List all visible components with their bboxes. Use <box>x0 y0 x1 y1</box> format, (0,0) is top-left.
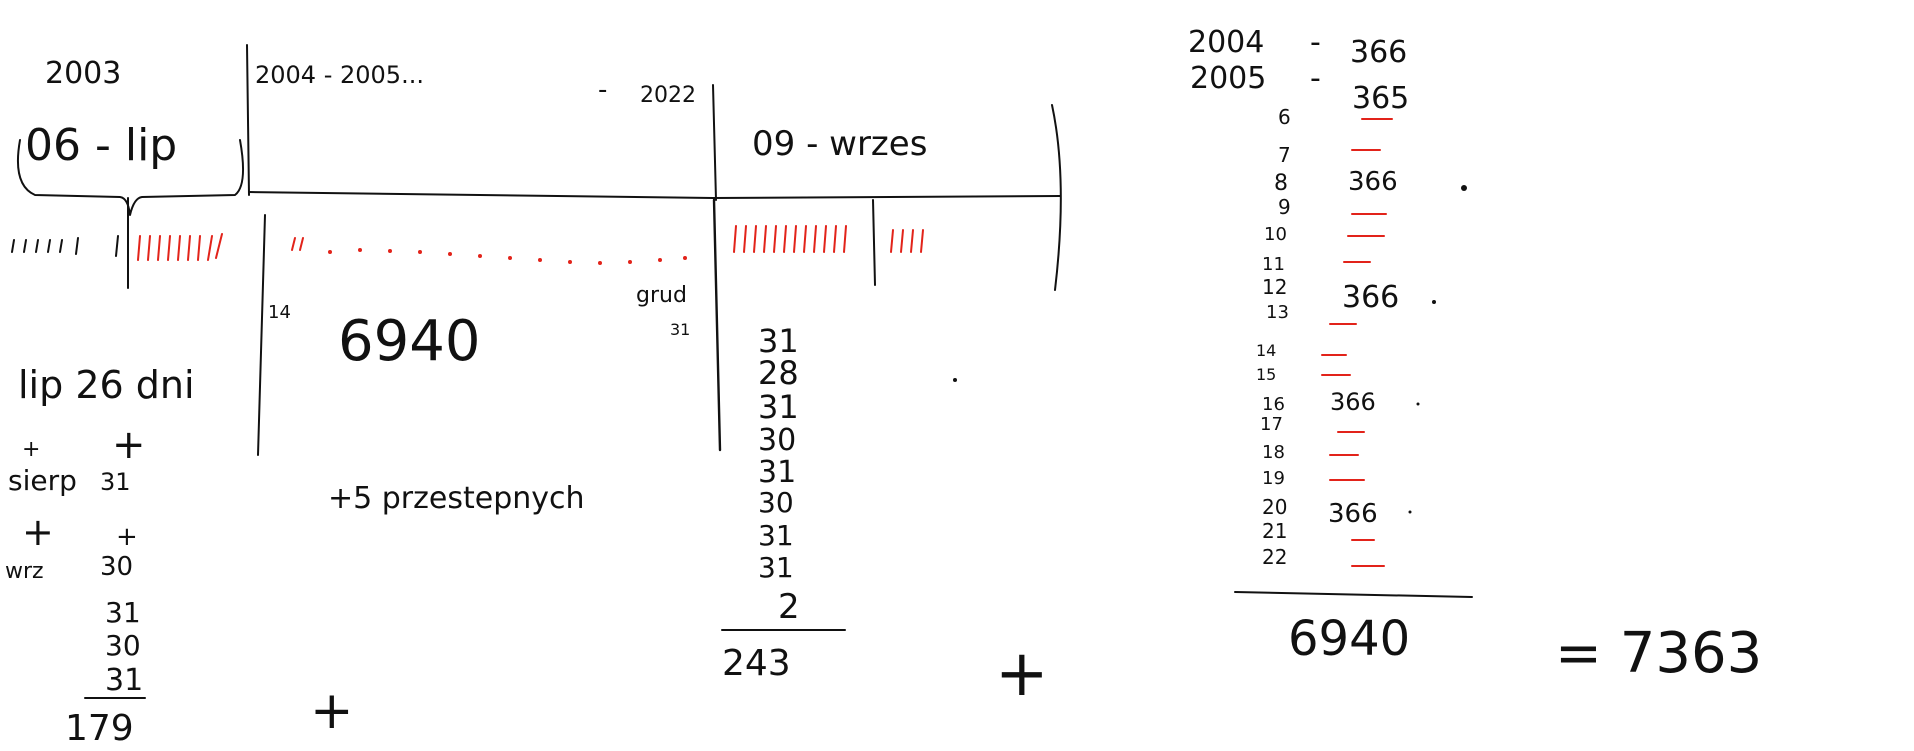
year-2003-label: 2003 <box>45 56 121 91</box>
years-row-20-year: 20 <box>1262 495 1287 519</box>
left-sum-plus-1: + <box>22 437 40 462</box>
last-segment-label: 09 - wrzes <box>752 124 927 164</box>
leap-years-note: +5 przestepnych <box>328 481 585 516</box>
middle-years-label: 2004 - 2005... <box>255 61 424 89</box>
years-row-10-year: 10 <box>1264 224 1287 245</box>
left-sum-plus-1b: + <box>112 422 146 468</box>
timeline-start-mark: 14 <box>268 302 291 323</box>
years-row-2004-dash: - <box>1310 25 1321 60</box>
years-row-16-days: 366 <box>1330 388 1376 416</box>
years-row-2004-days: 366 <box>1350 35 1407 70</box>
years-row-14-year: 14 <box>1256 341 1276 360</box>
years-row-2005-year: 2005 <box>1190 61 1266 96</box>
years-row-19-year: 19 <box>1262 468 1285 489</box>
right-sum-value-8: 31 <box>758 551 794 584</box>
middle-total-value: 6940 <box>338 309 481 374</box>
left-sum-plus-after: + <box>310 681 354 741</box>
years-row-9-year: 9 <box>1278 195 1291 219</box>
years-row-16-year: 16 <box>1262 394 1285 415</box>
right-sum-value-6: 30 <box>758 486 794 519</box>
left-sum-plus-2b: + <box>116 522 138 552</box>
right-sum-value-5: 31 <box>758 455 796 490</box>
years-list-total: 6940 <box>1288 611 1410 667</box>
year-2022-prefix: - <box>598 75 607 105</box>
first-segment-label: 06 - lip <box>25 120 177 171</box>
left-sum-value-3: 31 <box>105 663 143 698</box>
years-row-11-year: 11 <box>1262 254 1285 275</box>
years-row-8-days: 366 <box>1348 167 1398 197</box>
left-sum-first-line: lip 26 dni <box>18 363 195 407</box>
left-sum-plus-2: + <box>22 510 54 554</box>
years-list: 2004 - 366 2005 - 365 6 7 8 366 9 10 11 … <box>1188 25 1409 569</box>
timeline-end-day: 31 <box>670 320 690 339</box>
left-sum-total: 179 <box>65 708 134 749</box>
timeline-end-mark: grud <box>636 283 687 308</box>
right-sum-value-4: 30 <box>758 423 796 458</box>
years-list-rule <box>1234 591 1473 598</box>
stray-dot <box>953 378 957 382</box>
right-sum-value-3: 31 <box>758 388 799 426</box>
left-sum-value-1: 31 <box>105 596 141 629</box>
years-row-2005-dash: - <box>1310 61 1321 96</box>
left-sum-column: lip 26 dni + + sierp 31 + + wrz 30 31 30… <box>5 363 354 749</box>
left-sum-wrz-value: 30 <box>100 552 133 582</box>
left-sum-value-2: 30 <box>105 629 141 662</box>
right-sum-total: 243 <box>722 643 791 684</box>
years-row-2004-year: 2004 <box>1188 25 1264 60</box>
years-row-12-days: 366 <box>1342 280 1399 315</box>
years-row-8-year: 8 <box>1274 171 1288 196</box>
years-row-7-year: 7 <box>1278 143 1291 167</box>
years-row-15-year: 15 <box>1256 365 1276 384</box>
right-sum-value-2: 28 <box>758 354 799 392</box>
leap-year-dots <box>1408 185 1467 514</box>
right-sum-value-7: 31 <box>758 519 794 552</box>
years-row-22-year: 22 <box>1262 545 1287 569</box>
red-dot-sequence <box>328 248 687 265</box>
years-row-13-year: 13 <box>1266 302 1289 323</box>
sketch-canvas: 2003 06 - lip 2004 - 2005... - 2022 09 -… <box>5 25 1762 749</box>
left-sum-wrz-label: wrz <box>5 559 44 584</box>
final-result: = 7363 <box>1555 621 1762 686</box>
right-sum-plus-after: + <box>995 637 1049 711</box>
years-row-2005-days: 365 <box>1352 81 1409 116</box>
right-sum-value-9: 2 <box>778 587 800 627</box>
year-2022-label: 2022 <box>640 83 696 108</box>
right-sum-column: 31 28 31 30 31 30 31 31 2 243 + <box>721 322 1049 711</box>
years-row-21-year: 21 <box>1262 519 1287 543</box>
years-row-18-year: 18 <box>1262 442 1285 463</box>
years-row-17-year: 17 <box>1260 414 1283 435</box>
years-row-6-year: 6 <box>1278 105 1291 129</box>
years-row-20-days: 366 <box>1328 499 1378 529</box>
years-row-12-year: 12 <box>1262 275 1287 299</box>
left-sum-sierp-value: 31 <box>100 468 131 496</box>
left-sum-sierp-label: sierp <box>8 464 77 497</box>
